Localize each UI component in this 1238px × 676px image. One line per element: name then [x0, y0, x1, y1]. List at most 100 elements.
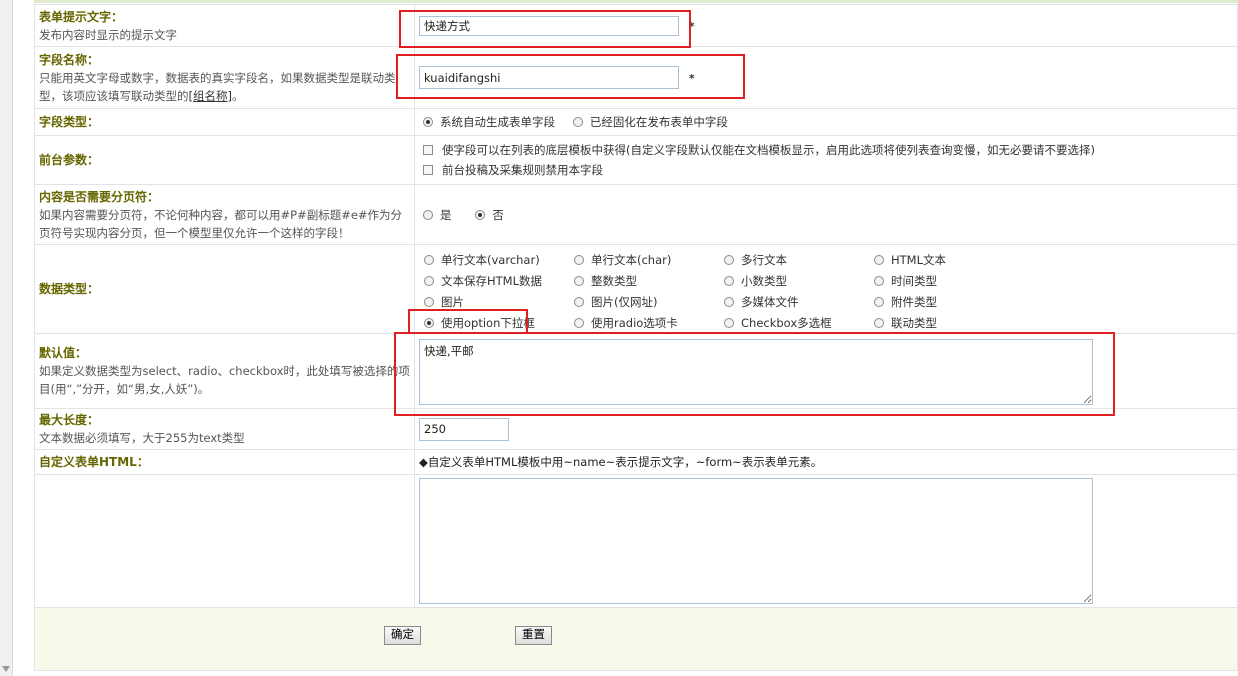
radio-icon[interactable]	[424, 275, 434, 286]
data-type-attachment-option[interactable]: 附件类型	[874, 293, 1024, 311]
radio-icon[interactable]	[424, 317, 434, 328]
desc-field-name: 只能用英文字母或数字，数据表的真实字段名，如果数据类型是联动类型，该项应该填写联…	[39, 70, 396, 103]
radio-icon[interactable]	[574, 254, 584, 265]
radio-icon[interactable]	[572, 117, 583, 127]
data-type-char-option[interactable]: 单行文本(char)	[574, 251, 724, 269]
data-type-image-url-option[interactable]: 图片(仅网址)	[574, 293, 724, 311]
scroll-down-arrow-icon[interactable]	[2, 666, 10, 672]
row-front-params: 前台参数： 使字段可以在列表的底层模板中获得(自定义字段默认仅能在文档模板显示，…	[34, 135, 1238, 185]
page-break-no-option[interactable]: 否	[475, 207, 504, 223]
radio-icon[interactable]	[874, 296, 884, 307]
row-field-type: 字段类型： 系统自动生成表单字段 已经固化在发布表单中字段	[34, 108, 1238, 136]
control-cell-field-name: *	[414, 46, 1238, 109]
reset-button[interactable]: 重置	[515, 626, 552, 645]
row-custom-html: 自定义表单HTML： ◆自定义表单HTML模板中用~name~表示提示文字，~f…	[34, 449, 1238, 475]
group-name-link[interactable]: [组名称]	[189, 89, 232, 103]
required-star: *	[688, 19, 695, 33]
desc-prompt-text: 发布内容时显示的提示文字	[39, 27, 177, 42]
radio-icon[interactable]	[874, 254, 884, 265]
radio-icon[interactable]	[424, 296, 434, 307]
radio-icon[interactable]	[574, 317, 584, 328]
desc-default-value: 如果定义数据类型为select、radio、checkbox时，此处填写被选择的…	[39, 364, 410, 396]
field-type-auto-option[interactable]: 系统自动生成表单字段	[423, 114, 555, 130]
row-max-length: 最大长度： 文本数据必须填写，大于255为text类型	[34, 408, 1238, 450]
control-cell-custom-html	[414, 474, 1238, 608]
radio-icon[interactable]	[724, 275, 734, 286]
row-default-value: 默认值： 如果定义数据类型为select、radio、checkbox时，此处填…	[34, 333, 1238, 409]
label-field-type: 字段类型：	[39, 115, 100, 129]
label-field-name: 字段名称：	[39, 52, 100, 67]
custom-html-hint: ◆自定义表单HTML模板中用~name~表示提示文字，~form~表示表单元素。	[419, 455, 823, 469]
row-page-break: 内容是否需要分页符： 如果内容需要分页符，不论何种内容，都可以用#P#副标题#e…	[34, 184, 1238, 245]
left-scrollbar[interactable]	[0, 0, 13, 676]
label-custom-html: 自定义表单HTML：	[39, 455, 149, 469]
data-type-select-option[interactable]: 使用option下拉框	[424, 314, 574, 332]
radio-icon[interactable]	[874, 317, 884, 328]
checkbox-icon[interactable]	[423, 165, 433, 175]
label-max-length: 最大长度：	[39, 413, 100, 427]
default-value-textarea[interactable]: 快递,平邮	[419, 339, 1093, 405]
radio-icon[interactable]	[574, 296, 584, 307]
field-name-input[interactable]	[419, 66, 679, 89]
row-field-name: 字段名称： 只能用英文字母或数字，数据表的真实字段名，如果数据类型是联动类型，该…	[34, 46, 1238, 109]
data-type-varchar-option[interactable]: 单行文本(varchar)	[424, 251, 574, 269]
row-buttons: 确定 重置	[34, 607, 1238, 671]
custom-html-textarea[interactable]	[419, 478, 1093, 604]
row-custom-html-editor	[34, 474, 1238, 608]
row-prompt-text: 表单提示文字： 发布内容时显示的提示文字 *	[34, 4, 1238, 47]
desc-page-break: 如果内容需要分页符，不论何种内容，都可以用#P#副标题#e#作为分页符号实现内容…	[39, 207, 403, 240]
top-border-line	[34, 0, 1238, 3]
required-star: *	[688, 71, 695, 85]
label-page-break: 内容是否需要分页符：	[39, 189, 160, 204]
ok-button[interactable]: 确定	[384, 626, 421, 645]
checkbox-icon[interactable]	[423, 145, 433, 155]
empty-label-cell	[34, 474, 415, 608]
control-cell-page-break: 是 否	[414, 184, 1238, 245]
label-cell-field-name: 字段名称： 只能用英文字母或数字，数据表的真实字段名，如果数据类型是联动类型，该…	[34, 46, 415, 109]
data-type-float-option[interactable]: 小数类型	[724, 272, 874, 290]
control-cell-data-type: 单行文本(varchar) 单行文本(char) 多行文本 HTML文本 文本保…	[414, 244, 1238, 334]
front-param-disable-option[interactable]: 前台投稿及采集规则禁用本字段	[423, 160, 1237, 180]
label-cell-front-params: 前台参数：	[34, 135, 415, 185]
data-type-linkage-option[interactable]: 联动类型	[874, 314, 1024, 332]
data-type-image-option[interactable]: 图片	[424, 293, 574, 311]
label-cell-max-length: 最大长度： 文本数据必须填写，大于255为text类型	[34, 408, 415, 450]
data-type-int-option[interactable]: 整数类型	[574, 272, 724, 290]
radio-icon[interactable]	[574, 275, 584, 286]
label-cell-prompt-text: 表单提示文字： 发布内容时显示的提示文字	[34, 4, 415, 47]
control-cell-front-params: 使字段可以在列表的底层模板中获得(自定义字段默认仅能在文档模板显示，启用此选项将…	[414, 135, 1238, 185]
control-cell-custom-html-hint: ◆自定义表单HTML模板中用~name~表示提示文字，~form~表示表单元素。	[414, 449, 1238, 475]
page-break-yes-option[interactable]: 是	[423, 207, 452, 223]
label-prompt-text: 表单提示文字：	[39, 9, 124, 24]
front-param-list-option[interactable]: 使字段可以在列表的底层模板中获得(自定义字段默认仅能在文档模板显示，启用此选项将…	[423, 140, 1237, 160]
label-data-type: 数据类型：	[39, 282, 100, 296]
radio-icon[interactable]	[724, 254, 734, 265]
radio-icon[interactable]	[724, 296, 734, 307]
radio-icon[interactable]	[423, 117, 433, 127]
radio-icon[interactable]	[874, 275, 884, 286]
field-type-fixed-option[interactable]: 已经固化在发布表单中字段	[572, 114, 728, 130]
control-cell-prompt-text: *	[414, 4, 1238, 47]
control-cell-max-length	[414, 408, 1238, 450]
max-length-input[interactable]	[419, 417, 509, 441]
label-cell-field-type: 字段类型：	[34, 108, 415, 136]
data-type-media-option[interactable]: 多媒体文件	[724, 293, 874, 311]
label-cell-default-value: 默认值： 如果定义数据类型为select、radio、checkbox时，此处填…	[34, 333, 415, 409]
radio-icon[interactable]	[475, 209, 486, 220]
data-type-multiline-option[interactable]: 多行文本	[724, 251, 874, 269]
radio-icon[interactable]	[724, 317, 734, 328]
control-cell-field-type: 系统自动生成表单字段 已经固化在发布表单中字段	[414, 108, 1238, 136]
control-cell-default-value: 快递,平邮	[414, 333, 1238, 409]
data-type-text-html-option[interactable]: 文本保存HTML数据	[424, 272, 574, 290]
radio-icon[interactable]	[423, 209, 433, 220]
label-cell-data-type: 数据类型：	[34, 244, 415, 334]
data-type-radio-option[interactable]: 使用radio选项卡	[574, 314, 724, 332]
row-data-type: 数据类型： 单行文本(varchar) 单行文本(char) 多行文本 HTML…	[34, 244, 1238, 334]
data-type-html-option[interactable]: HTML文本	[874, 251, 1024, 269]
radio-icon[interactable]	[424, 254, 434, 265]
data-type-datetime-option[interactable]: 时间类型	[874, 272, 1024, 290]
prompt-text-input[interactable]	[419, 15, 679, 36]
desc-max-length: 文本数据必须填写，大于255为text类型	[39, 431, 245, 445]
label-default-value: 默认值：	[39, 346, 88, 360]
data-type-checkbox-option[interactable]: Checkbox多选框	[724, 314, 874, 332]
